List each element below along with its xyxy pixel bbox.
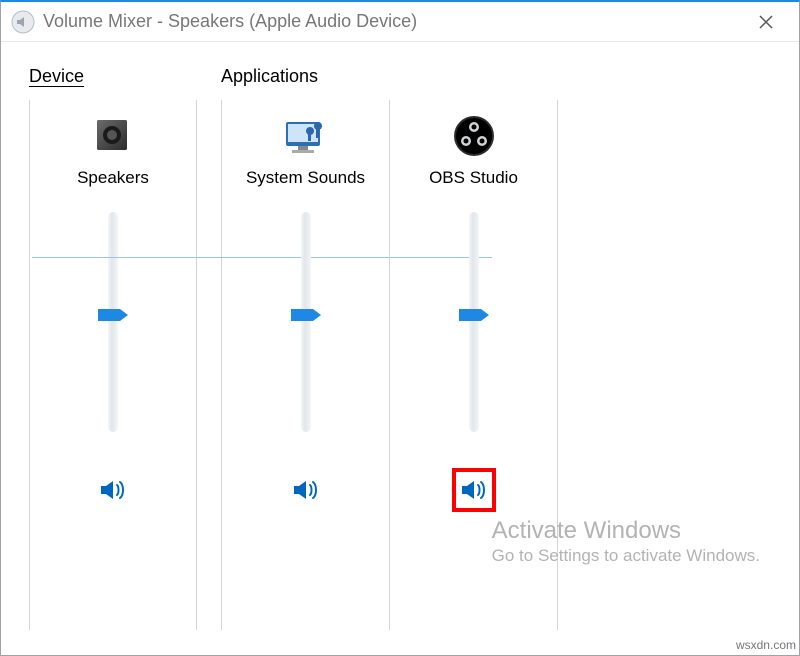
volume-mixer-window: Volume Mixer - Speakers (Apple Audio Dev…	[0, 0, 800, 656]
application-channel: OBS Studio	[390, 100, 558, 630]
application-mute-button[interactable]	[454, 470, 494, 510]
close-button[interactable]	[743, 2, 789, 42]
device-mute-button[interactable]	[93, 470, 133, 510]
application-channel: System Sounds	[222, 100, 390, 630]
speaker-icon[interactable]	[91, 112, 135, 160]
applications-group: Applications	[221, 66, 771, 655]
device-group: Device Speakers	[29, 66, 197, 655]
titlebar: Volume Mixer - Speakers (Apple Audio Dev…	[1, 2, 799, 42]
source-watermark: wsxdn.com	[736, 638, 796, 652]
system-sounds-icon[interactable]	[282, 112, 330, 160]
application-label: System Sounds	[246, 168, 365, 188]
applications-group-label: Applications	[221, 66, 771, 90]
app-icon	[11, 10, 35, 34]
application-volume-slider[interactable]	[459, 212, 489, 432]
device-group-label: Device	[29, 66, 84, 87]
window-title: Volume Mixer - Speakers (Apple Audio Dev…	[43, 11, 743, 32]
empty-channel	[558, 100, 726, 630]
obs-icon[interactable]	[452, 112, 496, 160]
application-mute-button[interactable]	[286, 470, 326, 510]
application-label: OBS Studio	[429, 168, 518, 188]
device-channel: Speakers	[30, 100, 196, 630]
application-volume-slider[interactable]	[291, 212, 321, 432]
content-area: Device Speakers	[1, 42, 799, 655]
device-label: Speakers	[77, 168, 149, 188]
device-volume-slider[interactable]	[98, 212, 128, 432]
